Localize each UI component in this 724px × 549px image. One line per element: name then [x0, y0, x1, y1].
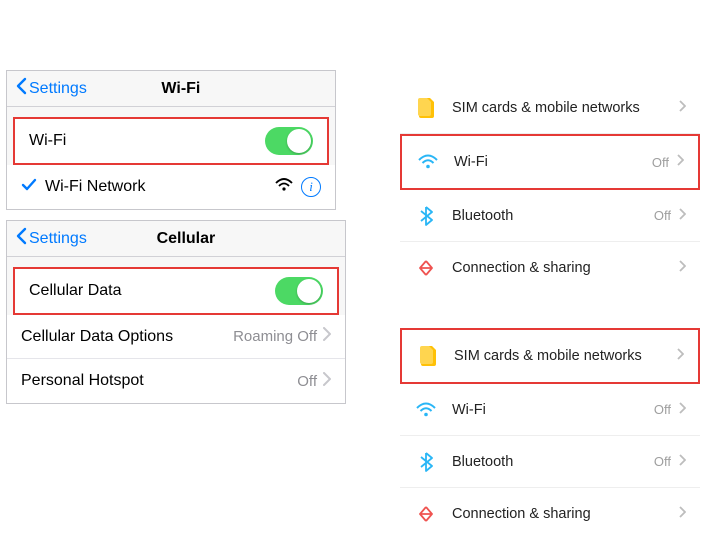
- chevron-right-icon: [679, 453, 686, 471]
- page-title: Wi-Fi: [87, 80, 327, 98]
- wifi-toggle-switch[interactable]: [265, 127, 313, 155]
- wifi-toggle-row[interactable]: Wi-Fi: [15, 119, 327, 163]
- info-icon[interactable]: i: [301, 177, 321, 197]
- bluetooth-label: Bluetooth: [452, 208, 654, 224]
- wifi-network-row[interactable]: Wi-Fi Network i: [7, 165, 335, 209]
- cellular-options-row[interactable]: Cellular Data Options Roaming Off: [7, 315, 345, 359]
- chevron-right-icon: [677, 347, 684, 365]
- wifi-row[interactable]: Wi-Fi Off: [400, 384, 700, 436]
- back-label[interactable]: Settings: [29, 80, 87, 98]
- wifi-label: Wi-Fi: [454, 154, 652, 170]
- android-settings-panel-1: SIM cards & mobile networks Wi-Fi Off: [400, 82, 700, 294]
- wifi-network-label: Wi-Fi Network: [45, 178, 275, 196]
- connection-sharing-row[interactable]: Connection & sharing: [400, 242, 700, 294]
- chevron-right-icon: [679, 207, 686, 225]
- back-chevron-icon[interactable]: [15, 77, 27, 100]
- ios-wifi-header: Settings Wi-Fi: [7, 71, 335, 107]
- bluetooth-row[interactable]: Bluetooth Off: [400, 436, 700, 488]
- connection-sharing-icon: [414, 258, 438, 278]
- cellular-data-row[interactable]: Cellular Data: [15, 269, 337, 313]
- chevron-right-icon: [679, 505, 686, 523]
- sim-card-icon: [416, 346, 440, 366]
- connection-sharing-icon: [414, 504, 438, 524]
- bluetooth-value: Off: [654, 208, 671, 223]
- wifi-icon: [414, 402, 438, 418]
- wifi-label: Wi-Fi: [452, 402, 654, 418]
- chevron-right-icon: [323, 327, 331, 346]
- bluetooth-label: Bluetooth: [452, 454, 654, 470]
- highlight-cellular-data: Cellular Data: [13, 267, 339, 315]
- connection-sharing-label: Connection & sharing: [452, 506, 679, 522]
- page-title: Cellular: [87, 230, 337, 248]
- chevron-right-icon: [679, 401, 686, 419]
- highlight-android-sim: SIM cards & mobile networks: [400, 328, 700, 384]
- sim-cards-row[interactable]: SIM cards & mobile networks: [402, 330, 698, 382]
- cellular-data-toggle[interactable]: [275, 277, 323, 305]
- chevron-right-icon: [679, 99, 686, 117]
- personal-hotspot-value: Off: [297, 373, 317, 390]
- android-settings-panel-2: SIM cards & mobile networks Wi-Fi Off Bl…: [400, 328, 700, 540]
- cellular-options-label: Cellular Data Options: [21, 328, 233, 346]
- ios-cellular-panel: Settings Cellular Cellular Data Cellular…: [6, 220, 346, 404]
- chevron-right-icon: [677, 153, 684, 171]
- cellular-data-label: Cellular Data: [29, 282, 275, 300]
- chevron-right-icon: [323, 372, 331, 391]
- personal-hotspot-label: Personal Hotspot: [21, 372, 297, 390]
- connection-sharing-label: Connection & sharing: [452, 260, 679, 276]
- wifi-toggle-label: Wi-Fi: [29, 132, 265, 150]
- highlight-wifi-toggle: Wi-Fi: [13, 117, 329, 165]
- sim-cards-row[interactable]: SIM cards & mobile networks: [400, 82, 700, 134]
- highlight-android-wifi: Wi-Fi Off: [400, 134, 700, 190]
- wifi-signal-icon: [275, 178, 293, 197]
- bluetooth-value: Off: [654, 454, 671, 469]
- bluetooth-icon: [414, 452, 438, 472]
- sim-cards-label: SIM cards & mobile networks: [452, 100, 679, 116]
- sim-cards-label: SIM cards & mobile networks: [454, 348, 677, 364]
- connection-sharing-row[interactable]: Connection & sharing: [400, 488, 700, 540]
- sim-card-icon: [414, 98, 438, 118]
- bluetooth-icon: [414, 206, 438, 226]
- back-chevron-icon[interactable]: [15, 227, 27, 250]
- personal-hotspot-row[interactable]: Personal Hotspot Off: [7, 359, 345, 403]
- checkmark-icon: [21, 178, 37, 197]
- cellular-options-value: Roaming Off: [233, 328, 317, 345]
- back-label[interactable]: Settings: [29, 230, 87, 248]
- bluetooth-row[interactable]: Bluetooth Off: [400, 190, 700, 242]
- ios-cell-header: Settings Cellular: [7, 221, 345, 257]
- wifi-value: Off: [654, 402, 671, 417]
- wifi-row[interactable]: Wi-Fi Off: [402, 136, 698, 188]
- ios-wifi-panel: Settings Wi-Fi Wi-Fi Wi-Fi Network i: [6, 70, 336, 210]
- wifi-value: Off: [652, 155, 669, 170]
- chevron-right-icon: [679, 259, 686, 277]
- wifi-icon: [416, 154, 440, 170]
